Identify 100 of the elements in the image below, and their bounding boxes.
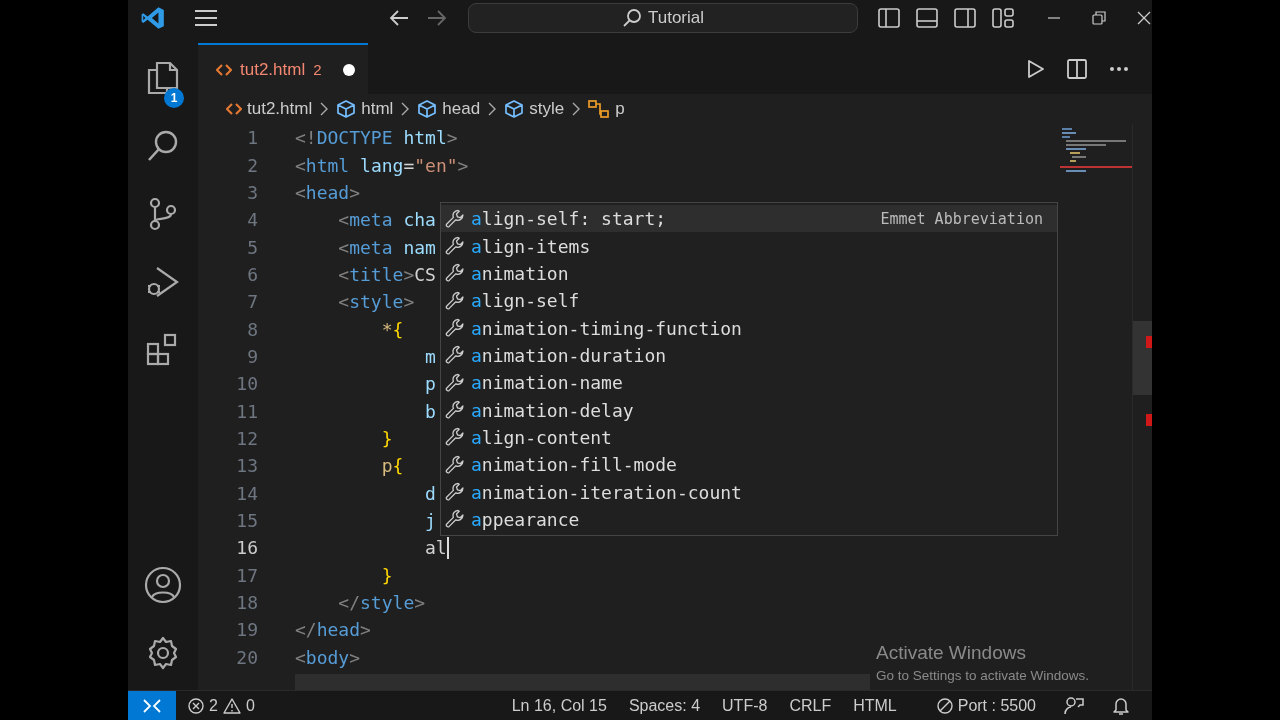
suggestion-item[interactable]: align-self: start; Emmet Abbreviation (441, 205, 1057, 233)
warning-icon (222, 697, 241, 714)
encoding-status[interactable]: UTF-8 (722, 696, 768, 715)
breadcrumb-item[interactable]: style (504, 99, 565, 119)
code-line: m (425, 345, 436, 367)
account-icon[interactable] (144, 566, 182, 604)
wrench-icon (445, 509, 465, 530)
restore-icon[interactable] (1092, 11, 1106, 25)
code-line: <head> (295, 181, 361, 203)
unsaved-dot-icon[interactable] (341, 62, 356, 77)
line-number: 11 (235, 400, 258, 422)
customize-layout-icon[interactable] (992, 8, 1014, 28)
suggestion-item[interactable]: appearance (441, 505, 1057, 534)
command-center-search[interactable]: Tutorial (468, 3, 858, 33)
line-ending-status[interactable]: CRLF (789, 696, 832, 715)
suggestion-item[interactable]: animation-iteration-count (441, 478, 1057, 506)
activation-notice-title: Activate Windows (876, 642, 1027, 664)
code-line: } (381, 564, 393, 586)
suggestion-item[interactable]: animation-duration (441, 341, 1057, 370)
line-number: 5 (246, 236, 258, 258)
remote-button[interactable] (128, 691, 176, 720)
breadcrumb-item[interactable]: html (336, 99, 394, 119)
code-line: al (425, 537, 447, 559)
sidebar-layout-icon[interactable] (878, 8, 900, 28)
live-server-port[interactable]: Port : 5500 (918, 696, 1036, 715)
chevron-right-icon (401, 102, 410, 116)
more-icon[interactable] (1109, 65, 1129, 72)
suggestion-item[interactable]: animation-fill-mode (441, 451, 1057, 479)
split-editor-icon[interactable] (1067, 58, 1087, 79)
indentation-status[interactable]: Spaces: 4 (628, 696, 701, 715)
line-number: 4 (246, 209, 258, 231)
line-number: 20 (235, 646, 258, 668)
suggestion-item[interactable]: align-items (441, 232, 1057, 260)
wrench-icon (445, 400, 465, 421)
wrench-icon (445, 318, 465, 339)
suggestion-item[interactable]: animation-timing-function (441, 314, 1057, 342)
line-number: 2 (246, 154, 258, 176)
html-file-icon (226, 103, 242, 115)
suggestion-item[interactable]: animation-name (441, 369, 1057, 397)
suggestion-item[interactable]: animation (441, 259, 1057, 288)
code-line: <title>CS (338, 263, 436, 285)
chevron-right-icon (572, 102, 581, 116)
code-line: p{ (381, 455, 404, 477)
line-number: 15 (235, 510, 258, 531)
vertical-scrollbar[interactable] (1132, 124, 1152, 690)
bell-icon[interactable] (1112, 695, 1130, 716)
editor-tab[interactable]: tut2.html 2 (198, 43, 368, 94)
suggestion-item[interactable]: align-self (441, 287, 1057, 315)
back-arrow-icon[interactable] (389, 9, 409, 27)
close-icon[interactable] (1137, 11, 1151, 25)
cube-icon (504, 99, 525, 119)
line-number: 1 (246, 127, 258, 149)
breadcrumb-item[interactable]: tut2.html (226, 99, 313, 119)
cube-icon (336, 99, 357, 119)
line-number: 7 (246, 291, 258, 313)
line-number: 18 (235, 592, 258, 613)
html-file-icon (216, 63, 232, 76)
code-line: j (425, 510, 436, 531)
breadcrumb-item[interactable]: p (588, 99, 625, 119)
problems-status[interactable]: 2 0 (188, 696, 255, 715)
run-icon[interactable] (1027, 58, 1045, 79)
wrench-icon (445, 372, 465, 393)
line-number: 12 (235, 427, 258, 449)
code-line: } (381, 427, 393, 449)
code-line: b (425, 400, 436, 422)
forward-arrow-icon[interactable] (427, 9, 447, 27)
code-line: <meta nam (338, 236, 436, 258)
code-line: <html lang="en"> (295, 154, 469, 176)
wrench-icon (445, 236, 465, 256)
panel-layout-icon[interactable] (916, 8, 938, 28)
secondary-sidebar-icon[interactable] (954, 8, 976, 28)
code-line: <body> (295, 646, 361, 668)
line-number: 10 (235, 373, 258, 395)
cube-icon (417, 99, 438, 119)
suggestion-item[interactable]: align-content (441, 423, 1057, 452)
error-icon (188, 697, 204, 714)
line-number: 13 (235, 455, 258, 477)
line-number: 9 (246, 345, 258, 367)
language-mode[interactable]: HTML (853, 696, 897, 715)
search-icon (621, 8, 642, 28)
cursor-position[interactable]: Ln 16, Col 15 (511, 696, 607, 715)
line-number: 14 (235, 482, 258, 504)
symbol-icon (588, 99, 611, 119)
breadcrumb-item[interactable]: head (417, 99, 481, 119)
text-cursor (446, 536, 449, 559)
line-number: 19 (235, 619, 258, 641)
feedback-icon[interactable] (1064, 695, 1084, 716)
line-number: 17 (235, 564, 258, 586)
run-debug-icon[interactable] (145, 264, 181, 300)
code-line: p (425, 373, 436, 395)
remote-icon (143, 697, 161, 714)
wrench-icon (445, 263, 465, 284)
suggestion-item[interactable]: animation-delay (441, 396, 1057, 424)
wrench-icon (445, 290, 465, 311)
menu-icon[interactable] (194, 9, 218, 27)
tab-title: tut2.html (240, 59, 306, 80)
line-number: 3 (246, 181, 258, 203)
app-logo-icon (140, 5, 166, 31)
code-line: d (425, 482, 436, 504)
code-line: <!DOCTYPE html> (295, 127, 458, 149)
